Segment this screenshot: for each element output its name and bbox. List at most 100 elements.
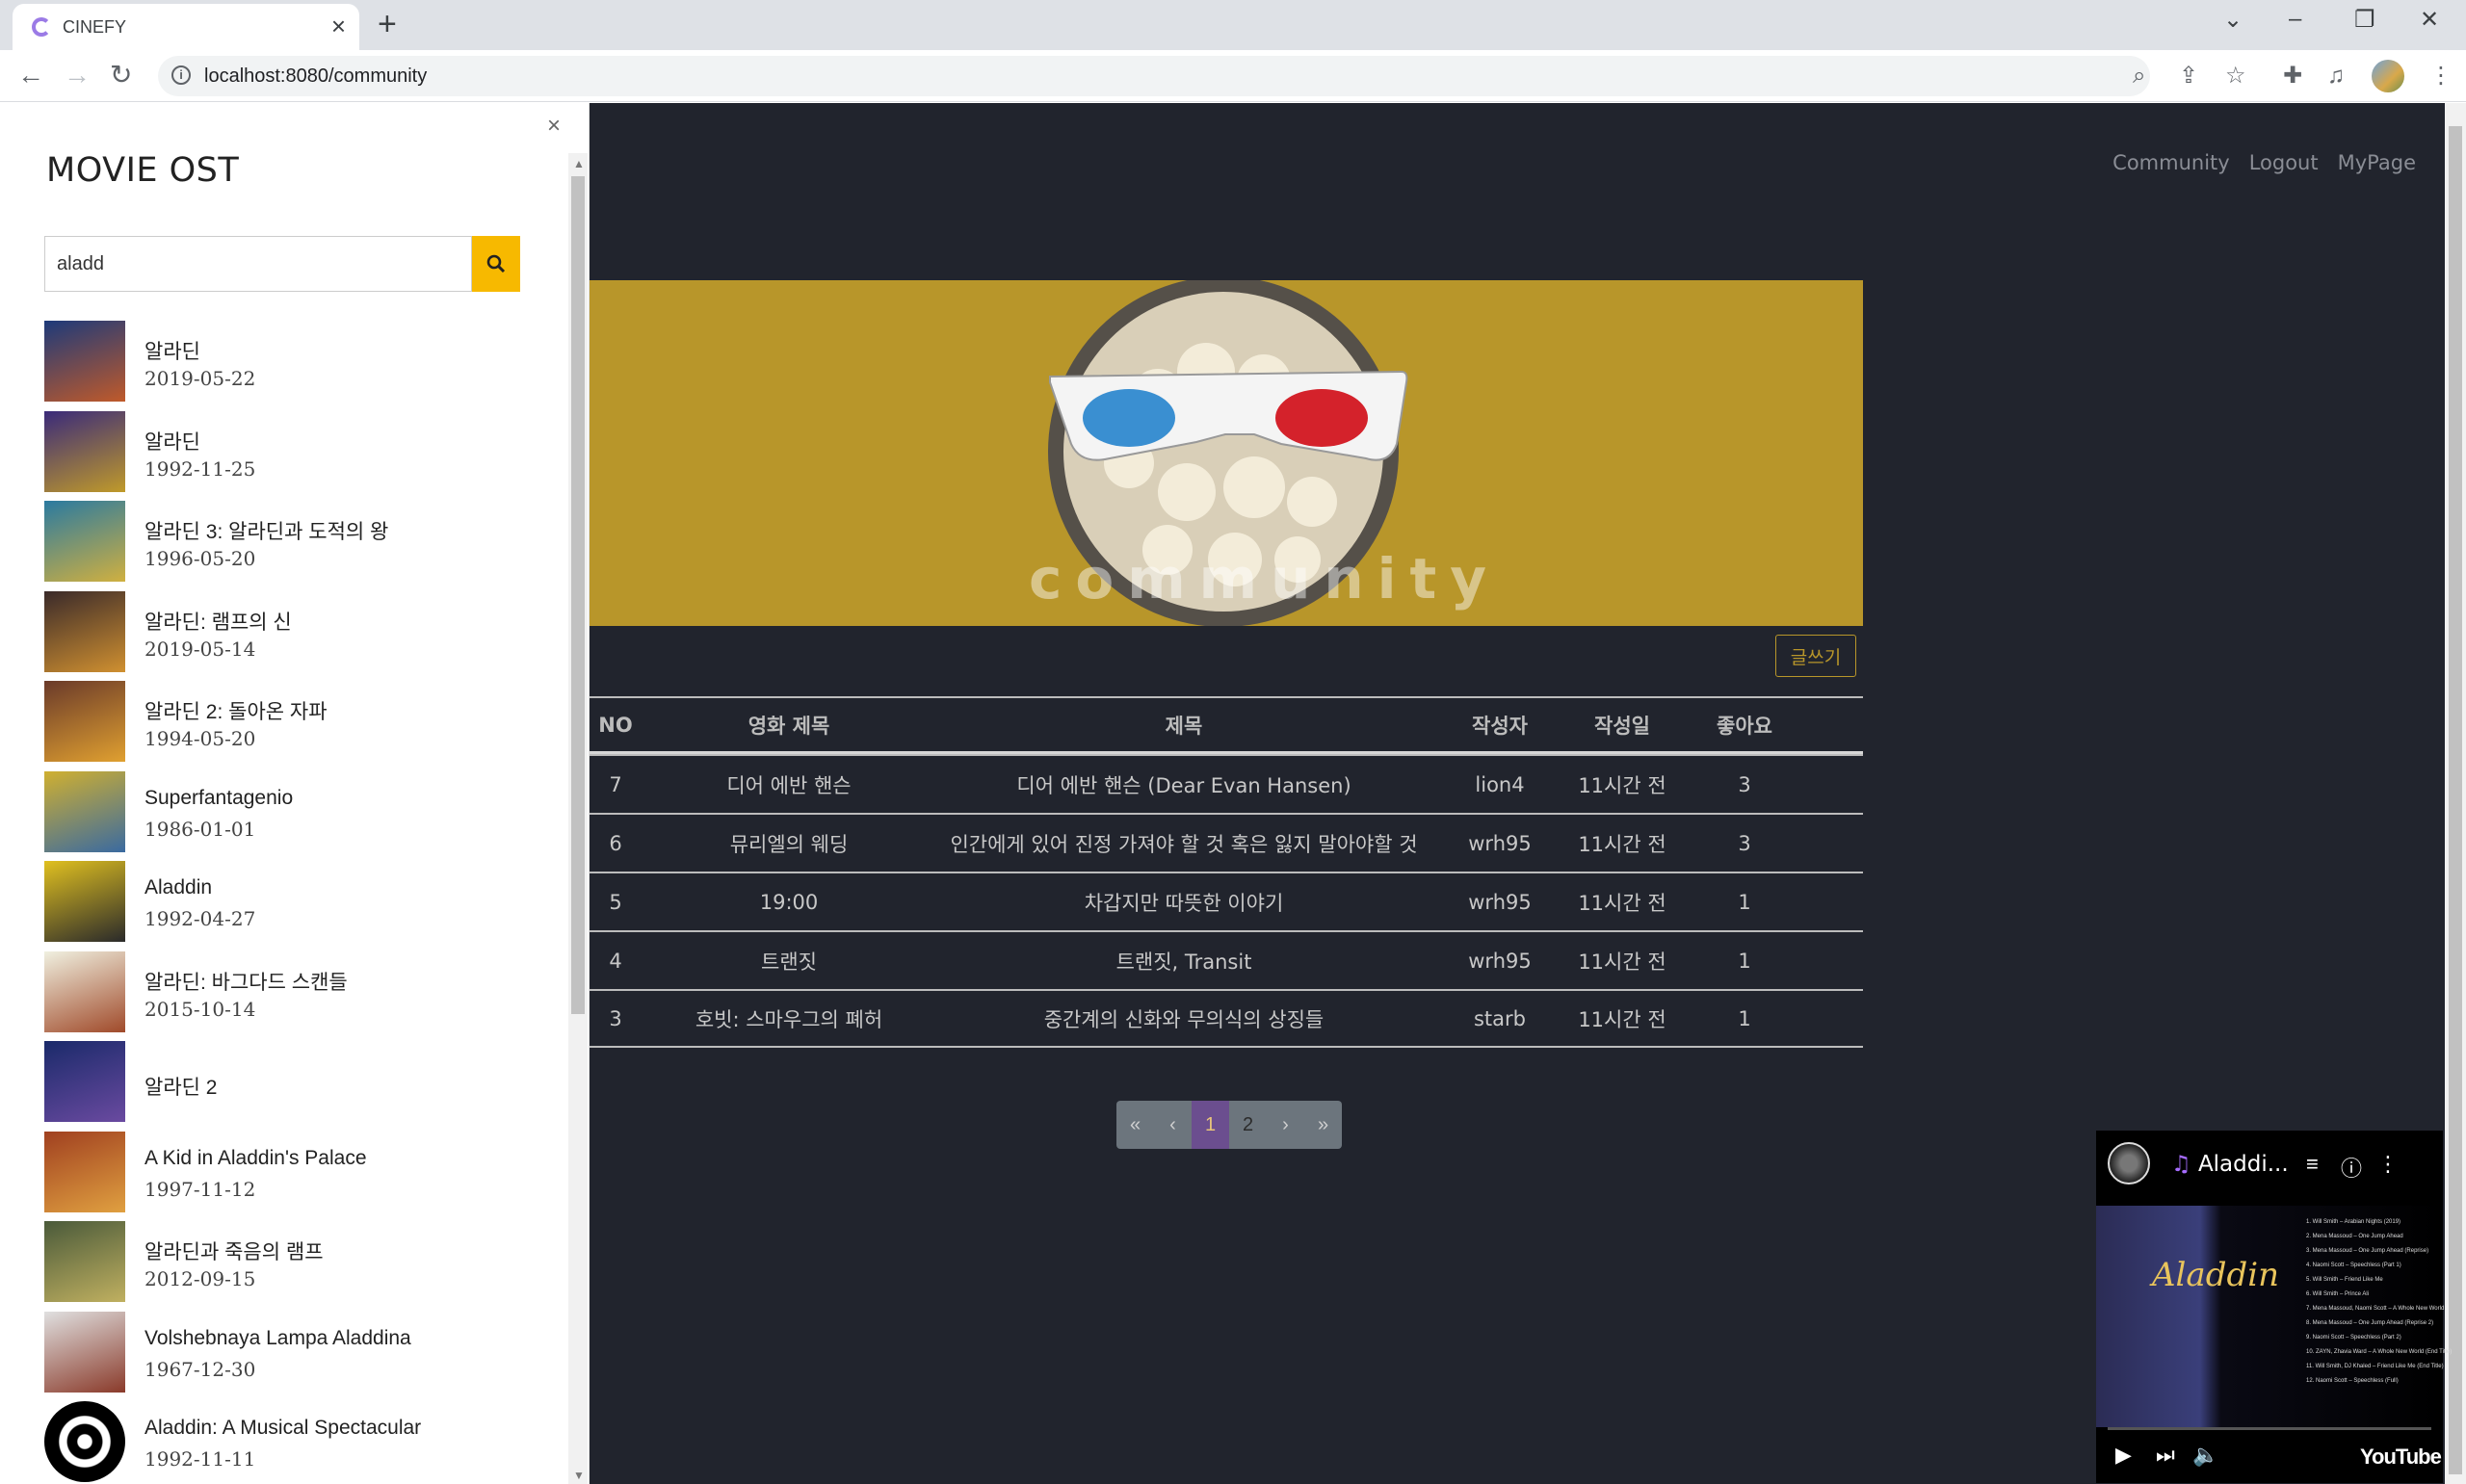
table-row[interactable]: 4 트랜짓 트랜짓, Transit wrh95 11시간 전 1 — [590, 930, 1863, 989]
restore-icon[interactable]: ❐ — [2354, 6, 2375, 34]
sidebar-scroll-thumb[interactable] — [571, 176, 585, 1014]
movie-poster[interactable] — [44, 321, 125, 402]
reload-icon[interactable]: ↻ — [110, 60, 132, 91]
post-title[interactable]: 디어 에반 핸슨 (Dear Evan Hansen) — [936, 770, 1431, 799]
movie-result-item[interactable]: 알라딘: 램프의 신 2019-05-14 — [44, 590, 545, 682]
ost-search-input[interactable] — [44, 236, 472, 292]
page-2-button[interactable]: 2 — [1229, 1101, 1267, 1149]
video-progress-bar[interactable] — [2108, 1427, 2431, 1430]
playlist-icon[interactable]: ≡ — [2306, 1152, 2319, 1177]
movie-poster[interactable] — [44, 501, 125, 582]
scroll-up-icon[interactable]: ▲ — [573, 157, 585, 170]
forward-icon[interactable]: → — [64, 60, 91, 91]
movie-title[interactable]: A Kid in Aladdin's Palace — [144, 1147, 367, 1170]
more-options-icon[interactable]: ⋮ — [2377, 1152, 2399, 1177]
page-1-button[interactable]: 1 — [1192, 1101, 1229, 1149]
nav-mypage-link[interactable]: MyPage — [2338, 151, 2416, 174]
movie-title[interactable]: 알라딘 3: 알라딘과 도적의 왕 — [144, 516, 388, 545]
address-bar[interactable]: i localhost:8080/community — [158, 56, 2150, 96]
sidebar-close-icon[interactable]: × — [547, 113, 561, 140]
movie-poster[interactable] — [44, 681, 125, 762]
sidebar-scrollbar[interactable]: ▲ ▼ — [568, 153, 588, 1484]
movie-poster[interactable] — [44, 1041, 125, 1122]
movie-title[interactable]: Superfantagenio — [144, 787, 293, 810]
movie-poster[interactable] — [44, 410, 125, 492]
page-next-button[interactable]: › — [1267, 1101, 1304, 1149]
minimize-icon[interactable]: – — [2289, 6, 2301, 33]
next-icon[interactable]: ⏭ — [2156, 1443, 2175, 1468]
extensions-icon[interactable]: ✚ — [2283, 64, 2302, 89]
nav-community-link[interactable]: Community — [2112, 151, 2230, 174]
channel-avatar[interactable] — [2108, 1142, 2150, 1185]
media-control-icon[interactable]: ♫ — [2327, 64, 2345, 89]
info-icon[interactable]: ⓘ — [2341, 1152, 2362, 1183]
movie-title[interactable]: Aladdin: A Musical Spectacular — [144, 1417, 421, 1440]
nav-logout-link[interactable]: Logout — [2249, 151, 2319, 174]
browser-tab[interactable]: CINEFY × — [13, 4, 359, 50]
movie-title[interactable]: 알라딘: 바그다드 스캔들 — [144, 967, 348, 996]
post-title[interactable]: 차갑지만 따뜻한 이야기 — [936, 888, 1431, 917]
bookmark-star-icon[interactable]: ☆ — [2225, 64, 2246, 89]
movie-result-item[interactable]: 알라딘 2019-05-22 — [44, 321, 545, 411]
page-scrollbar[interactable] — [2445, 103, 2466, 1484]
page-scroll-thumb[interactable] — [2449, 126, 2462, 1474]
ost-search-button[interactable] — [472, 236, 520, 292]
youtube-logo[interactable]: YouTube — [2360, 1445, 2442, 1470]
movie-title[interactable]: 알라딘과 죽음의 램프 — [144, 1237, 324, 1265]
movie-title[interactable]: 알라딘 — [144, 336, 200, 365]
tab-close-icon[interactable]: × — [331, 13, 346, 39]
write-post-button[interactable]: 글쓰기 — [1775, 635, 1856, 677]
movie-poster[interactable] — [44, 1131, 125, 1212]
movie-poster[interactable] — [44, 770, 125, 852]
movie-result-item[interactable]: Superfantagenio 1986-01-01 — [44, 770, 545, 862]
movie-result-item[interactable]: 알라딘 3: 알라딘과 도적의 왕 1996-05-20 — [44, 501, 545, 591]
site-info-icon[interactable]: i — [171, 65, 191, 85]
window-close-icon[interactable]: ✕ — [2420, 6, 2439, 34]
movie-title[interactable]: Volshebnaya Lampa Aladdina — [144, 1327, 411, 1350]
movie-release-date: 1992-11-11 — [144, 1447, 256, 1471]
post-title[interactable]: 인간에게 있어 진정 가져야 할 것 혹은 잃지 말아야할 것 — [936, 829, 1431, 858]
post-title[interactable]: 중간계의 신화와 무의식의 상징들 — [936, 1004, 1431, 1033]
movie-title[interactable]: 알라딘 — [144, 427, 200, 456]
page-first-button[interactable]: « — [1116, 1101, 1154, 1149]
movie-result-item[interactable]: 알라딘: 바그다드 스캔들 2015-10-14 — [44, 950, 545, 1042]
movie-title[interactable]: 알라딘 2: 돌아온 자파 — [144, 696, 328, 725]
movie-result-item[interactable]: 알라딘과 죽음의 램프 2012-09-15 — [44, 1221, 545, 1312]
movie-poster[interactable] — [44, 1311, 125, 1393]
movie-title[interactable]: 알라딘: 램프의 신 — [144, 607, 292, 636]
page-last-button[interactable]: » — [1304, 1101, 1342, 1149]
movie-result-item[interactable]: 알라딘 1992-11-25 — [44, 410, 545, 502]
post-title[interactable]: 트랜짓, Transit — [936, 947, 1431, 976]
page-prev-button[interactable]: ‹ — [1154, 1101, 1192, 1149]
movie-result-item[interactable]: Aladdin: A Musical Spectacular 1992-11-11 — [44, 1401, 545, 1484]
movie-result-item[interactable]: Aladdin 1992-04-27 — [44, 861, 545, 951]
movie-poster[interactable] — [44, 950, 125, 1032]
table-row[interactable]: 3 호빗: 스마우그의 폐허 중간계의 신화와 무의식의 상징들 starb 11시간 … — [590, 989, 1863, 1048]
share-icon[interactable]: ⇪ — [2179, 64, 2198, 89]
movie-result-item[interactable]: 알라딘 2 — [44, 1041, 545, 1132]
movie-title[interactable]: 알라딘 2 — [144, 1072, 217, 1101]
table-row[interactable]: 5 19:00 차갑지만 따뜻한 이야기 wrh95 11시간 전 1 — [590, 872, 1863, 930]
table-row[interactable]: 6 뮤리엘의 웨딩 인간에게 있어 진정 가져야 할 것 혹은 잃지 말아야할 것 w… — [590, 813, 1863, 872]
new-tab-icon[interactable]: + — [378, 8, 397, 40]
movie-poster[interactable] — [44, 861, 125, 942]
play-icon[interactable]: ▶ — [2115, 1443, 2132, 1468]
video-title[interactable]: ♫ Aladdi... — [2171, 1152, 2289, 1177]
movie-poster[interactable] — [44, 1221, 125, 1302]
back-icon[interactable]: ← — [17, 60, 44, 91]
movie-result-item[interactable]: 알라딘 2: 돌아온 자파 1994-05-20 — [44, 681, 545, 771]
movie-result-item[interactable]: Volshebnaya Lampa Aladdina 1967-12-30 — [44, 1311, 545, 1402]
scroll-down-icon[interactable]: ▼ — [573, 1469, 585, 1482]
movie-poster[interactable] — [44, 1401, 125, 1482]
movie-poster[interactable] — [44, 590, 125, 672]
volume-icon[interactable]: 🔈 — [2192, 1443, 2218, 1468]
table-row[interactable]: 7 디어 에반 핸슨 디어 에반 핸슨 (Dear Evan Hansen) lion… — [590, 754, 1863, 813]
profile-avatar[interactable] — [2372, 60, 2404, 92]
browser-menu-icon[interactable]: ⋮ — [2429, 64, 2453, 89]
tab-search-chevron-icon[interactable]: ⌄ — [2223, 6, 2243, 34]
zoom-icon[interactable]: ⌕ — [2133, 64, 2145, 89]
movie-release-date: 2019-05-22 — [144, 367, 256, 390]
youtube-mini-player[interactable]: ♫ Aladdi... ≡ ⓘ ⋮ Aladdin 1. Will Smith … — [2096, 1131, 2452, 1483]
movie-result-item[interactable]: A Kid in Aladdin's Palace 1997-11-12 — [44, 1131, 545, 1222]
movie-title[interactable]: Aladdin — [144, 876, 212, 899]
